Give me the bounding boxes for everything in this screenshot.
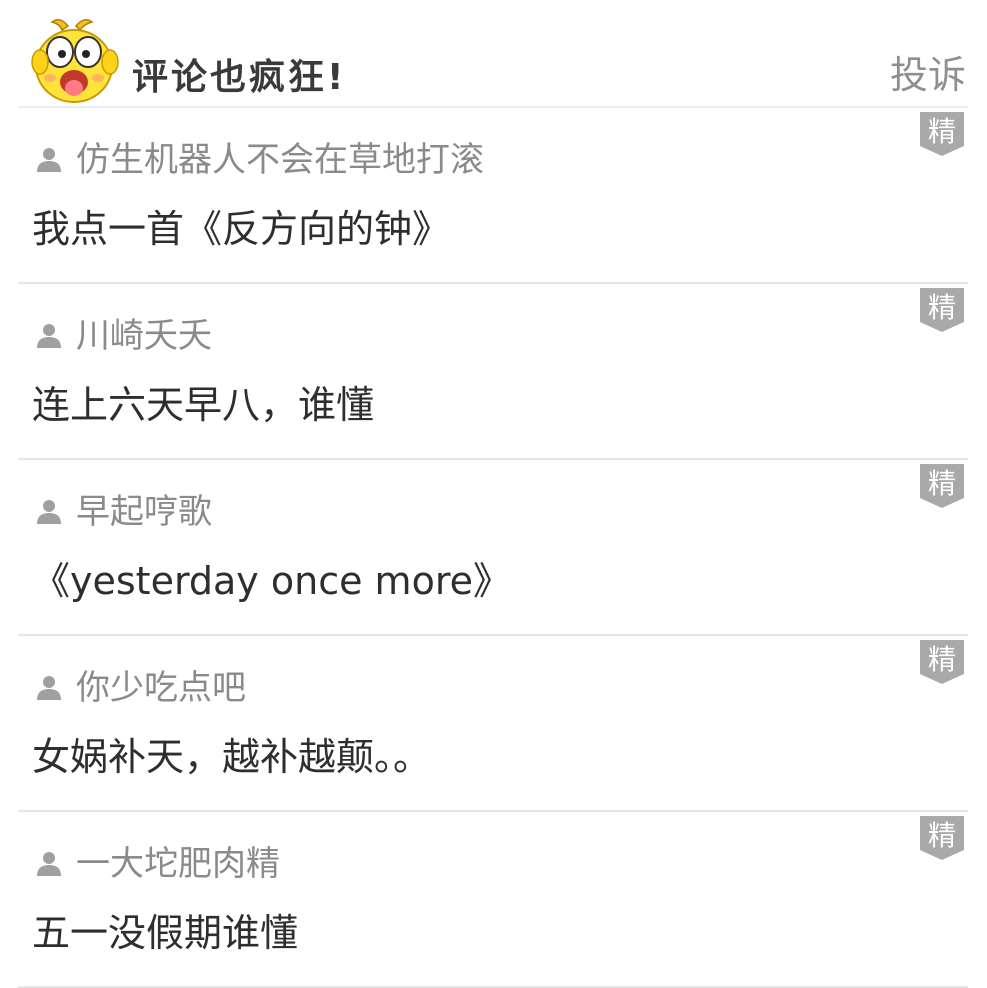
comment-item[interactable]: 精川崎夭夭连上六天早八，谁懂 — [18, 282, 968, 460]
comment-text: 《yesterday once more》 — [32, 559, 511, 603]
featured-badge: 精 — [920, 816, 964, 860]
comment-author[interactable]: 川崎夭夭 — [76, 308, 212, 357]
comment-author[interactable]: 早起哼歌 — [76, 484, 212, 533]
featured-badge: 精 — [920, 464, 964, 508]
comment-item[interactable]: 精仿生机器人不会在草地打滚我点一首《反方向的钟》 — [18, 106, 968, 284]
comment-author[interactable]: 一大坨肥肉精 — [76, 836, 280, 885]
comment-text: 我点一首《反方向的钟》 — [32, 207, 451, 251]
comment-author[interactable]: 仿生机器人不会在草地打滚 — [76, 132, 484, 181]
featured-badge-label: 精 — [927, 643, 956, 676]
comment-author-row: 早起哼歌 — [34, 484, 212, 533]
user-icon — [34, 848, 64, 878]
comment-author-row: 川崎夭夭 — [34, 308, 212, 357]
comment-text: 五一没假期谁懂 — [32, 911, 299, 955]
comment-author[interactable]: 你少吃点吧 — [76, 660, 246, 709]
comment-author-row: 一大坨肥肉精 — [34, 836, 280, 885]
comment-item[interactable]: 精早起哼歌《yesterday once more》 — [18, 458, 968, 636]
comment-item[interactable]: 精一大坨肥肉精五一没假期谁懂 — [18, 810, 968, 988]
featured-badge: 精 — [920, 112, 964, 156]
comment-text: 女娲补天，越补越颠。。 — [32, 735, 432, 779]
featured-badge-label: 精 — [927, 467, 956, 500]
user-icon — [34, 496, 64, 526]
featured-badge-label: 精 — [927, 819, 956, 852]
featured-badge: 精 — [920, 288, 964, 332]
comment-author-row: 仿生机器人不会在草地打滚 — [34, 132, 484, 181]
user-icon — [34, 320, 64, 350]
page-title: 评论也疯狂! — [132, 57, 347, 98]
comments-header: 评论也疯狂! 投诉 — [18, 0, 968, 108]
featured-badge: 精 — [920, 640, 964, 684]
featured-badge-label: 精 — [927, 115, 956, 148]
comment-item[interactable]: 精你少吃点吧女娲补天，越补越颠。。 — [18, 634, 968, 812]
report-button[interactable]: 投诉 — [890, 44, 966, 99]
user-icon — [34, 144, 64, 174]
comment-author-row: 你少吃点吧 — [34, 660, 246, 709]
yellow-chick-mascot-icon — [30, 16, 122, 106]
user-icon — [34, 672, 64, 702]
featured-badge-label: 精 — [927, 291, 956, 324]
comment-text: 连上六天早八，谁懂 — [32, 383, 375, 427]
